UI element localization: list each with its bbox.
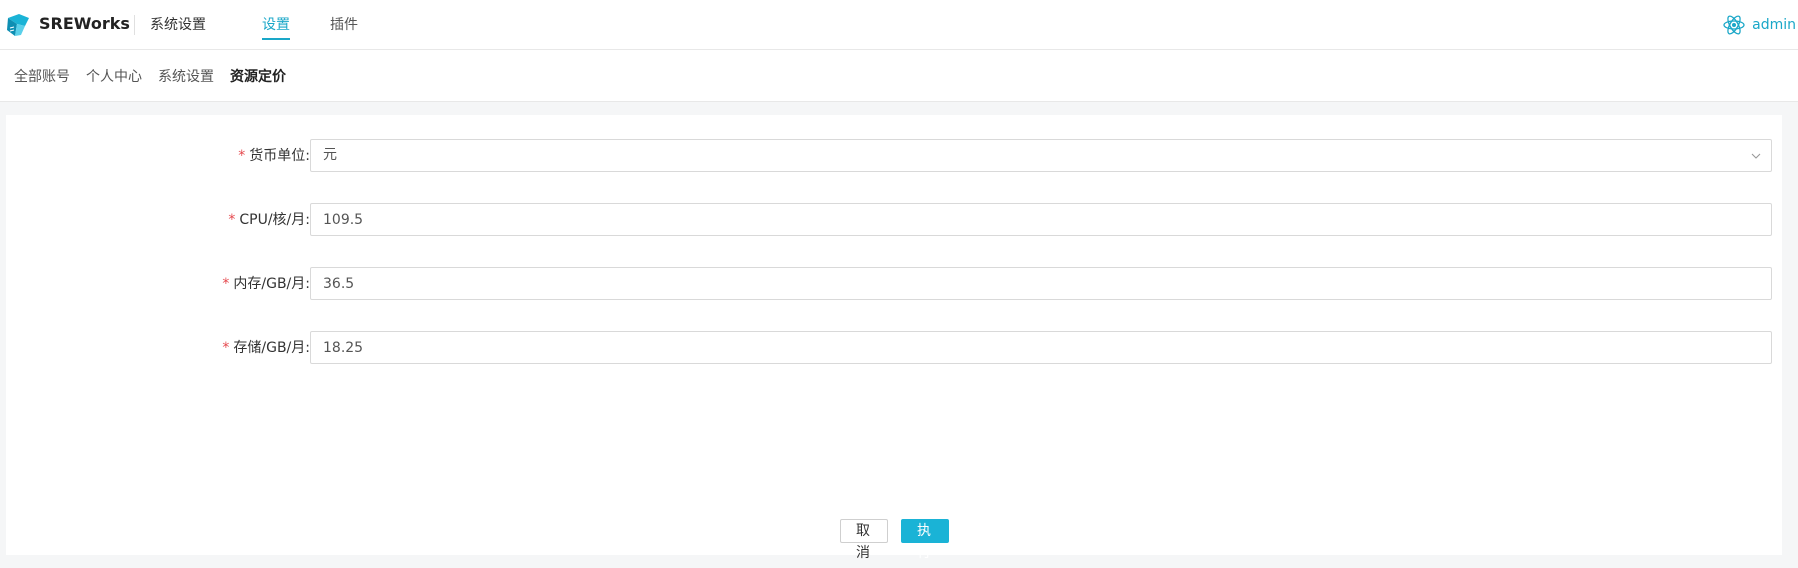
- currency-label: * 货币单位:: [238, 148, 310, 164]
- active-tab-indicator: [262, 38, 290, 40]
- form-row-currency: * 货币单位: 元: [6, 139, 1782, 173]
- required-mark: *: [228, 212, 236, 228]
- execute-button[interactable]: 执行: [901, 519, 949, 561]
- tab-plugins[interactable]: 插件: [330, 15, 358, 35]
- chevron-down-icon: [1751, 153, 1761, 159]
- sreworks-logo-icon[interactable]: [5, 12, 31, 38]
- storage-price-input[interactable]: [310, 331, 1772, 364]
- form-row-memory: * 内存/GB/月:: [6, 267, 1782, 301]
- cancel-button[interactable]: 取消: [840, 519, 888, 561]
- form-row-cpu: * CPU/核/月:: [6, 203, 1782, 237]
- required-mark: *: [238, 148, 246, 164]
- pricing-form-card: *货币单位: 元 *CPU/核/月: *内存/GB/月: *存储/GB/月: 取…: [6, 115, 1782, 561]
- memory-price-label: * 内存/GB/月:: [222, 276, 310, 292]
- brand-divider: [134, 15, 135, 35]
- subnav-item-personal-center[interactable]: 个人中心: [86, 68, 142, 86]
- sub-navigation: 全部账号 个人中心 系统设置 资源定价: [0, 50, 1798, 102]
- memory-price-input[interactable]: [310, 267, 1772, 300]
- currency-value: 元: [323, 147, 337, 163]
- username: admin: [1752, 17, 1796, 33]
- required-mark: *: [222, 340, 230, 356]
- brand-name[interactable]: SREWorks: [39, 14, 130, 34]
- app-title: 系统设置: [150, 17, 206, 33]
- tab-settings[interactable]: 设置: [262, 15, 290, 35]
- cpu-price-input[interactable]: [310, 203, 1772, 236]
- user-menu[interactable]: admin: [1722, 12, 1796, 38]
- form-row-storage: * 存储/GB/月:: [6, 331, 1782, 365]
- storage-price-label: * 存储/GB/月:: [222, 340, 310, 356]
- required-mark: *: [222, 276, 230, 292]
- subnav-item-system-settings[interactable]: 系统设置: [158, 68, 214, 86]
- subnav-item-resource-pricing[interactable]: 资源定价: [230, 68, 286, 86]
- subnav-item-all-accounts[interactable]: 全部账号: [14, 68, 70, 86]
- currency-select[interactable]: 元: [310, 139, 1772, 172]
- react-atom-icon: [1723, 15, 1745, 35]
- top-bar: SREWorks 系统设置 设置 插件 admin: [0, 0, 1798, 50]
- cpu-price-label: * CPU/核/月:: [228, 212, 310, 228]
